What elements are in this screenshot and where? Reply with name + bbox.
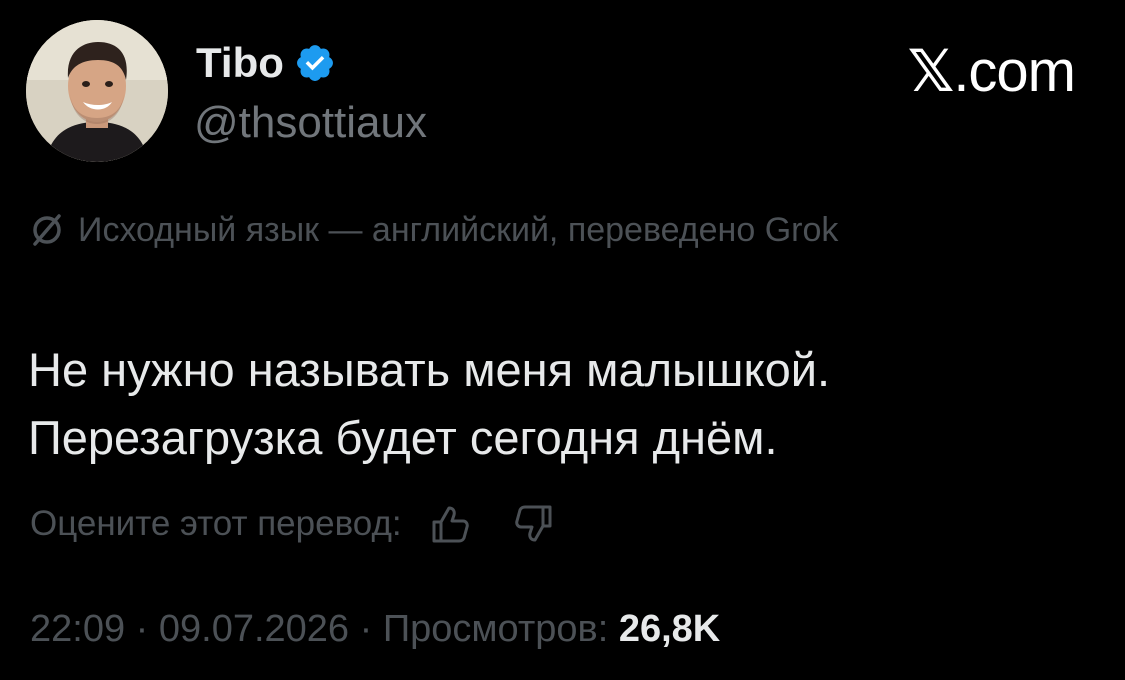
- no-translate-icon: [33, 214, 61, 246]
- tweet-line: Перезагрузка будет сегодня днём.: [28, 411, 778, 464]
- views-label: Просмотров:: [382, 608, 609, 650]
- rate-translation-label: Оцените этот перевод:: [30, 504, 402, 543]
- site-domain: .com: [953, 39, 1076, 104]
- tweet-date[interactable]: 09.07.2026: [159, 608, 349, 650]
- site-logo: 𝕏.com: [907, 37, 1076, 105]
- thumbs-up-icon[interactable]: [428, 502, 472, 546]
- verified-badge-icon: [296, 45, 333, 81]
- translation-note-text: Исходный язык — английский, переведено G…: [78, 211, 839, 249]
- tweet-time[interactable]: 22:09: [30, 608, 125, 650]
- meta-separator: ·: [349, 608, 383, 650]
- author-name[interactable]: Tibo: [196, 38, 336, 88]
- author-name-text[interactable]: Tibo: [196, 38, 284, 88]
- author-avatar[interactable]: [26, 20, 168, 162]
- thumbs-down-icon[interactable]: [512, 502, 556, 546]
- views-count[interactable]: 26,8K: [619, 608, 720, 650]
- rate-translation-row: Оцените этот перевод:: [30, 500, 556, 548]
- tweet-meta: 22:09 · 09.07.2026 · Просмотров: 26,8K: [30, 604, 720, 654]
- tweet-text: Не нужно называть меня малышкой. Перезаг…: [28, 336, 1098, 472]
- author-handle[interactable]: @thsottiaux: [194, 96, 427, 150]
- tweet-line: Не нужно называть меня малышкой.: [28, 343, 831, 396]
- avatar-photo: [26, 20, 168, 162]
- translation-note[interactable]: Исходный язык — английский, переведено G…: [30, 206, 838, 254]
- meta-separator: ·: [125, 608, 159, 650]
- x-logo-icon: 𝕏: [907, 37, 955, 105]
